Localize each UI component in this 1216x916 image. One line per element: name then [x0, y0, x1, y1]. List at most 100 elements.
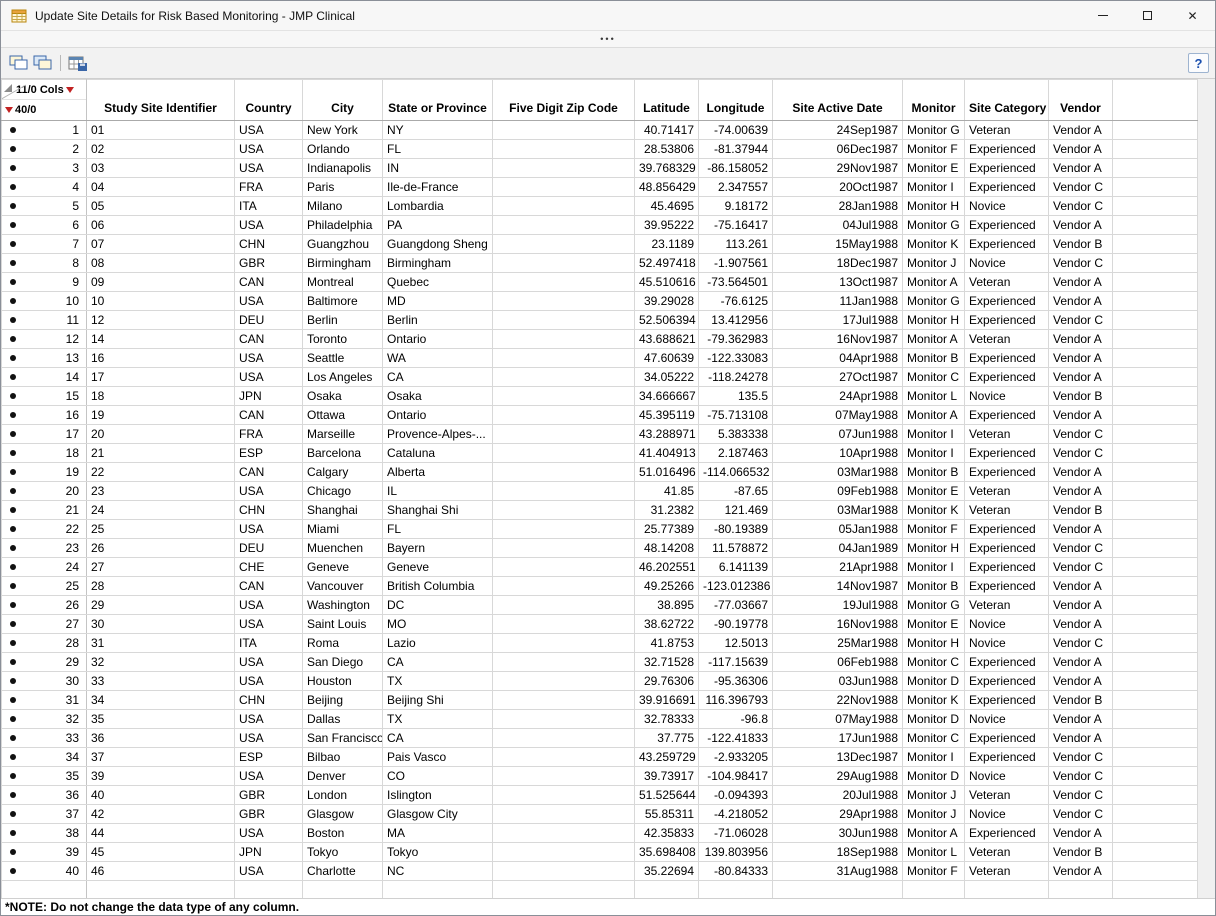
cell-vendor[interactable]: Vendor C — [1049, 311, 1113, 330]
cell-city[interactable]: Guangzhou — [303, 235, 383, 254]
cell-vendor[interactable]: Vendor B — [1049, 501, 1113, 520]
cell-monitor[interactable]: Monitor I — [903, 425, 965, 444]
cell-five-digit-zip-code[interactable] — [493, 805, 635, 824]
cell-vendor[interactable]: Vendor C — [1049, 539, 1113, 558]
columns-menu-icon[interactable] — [66, 87, 74, 93]
row-state-cell[interactable]: 5 — [2, 197, 87, 216]
maximize-button[interactable] — [1125, 1, 1170, 30]
row-state-cell[interactable]: 2 — [2, 140, 87, 159]
cell-country[interactable]: CAN — [235, 406, 303, 425]
row-state-cell[interactable]: 34 — [2, 748, 87, 767]
cell-latitude[interactable]: 38.895 — [635, 596, 699, 615]
cell-study-site-identifier[interactable]: 42 — [87, 805, 235, 824]
row-state-cell[interactable]: 7 — [2, 235, 87, 254]
row-number[interactable]: 18 — [66, 446, 79, 460]
cell-site-active-date[interactable]: 24Sep1987 — [773, 121, 903, 140]
cell-monitor[interactable]: Monitor F — [903, 140, 965, 159]
cell-city[interactable]: Beijing — [303, 691, 383, 710]
cell-five-digit-zip-code[interactable] — [493, 463, 635, 482]
cell-site-active-date[interactable]: 17Jun1988 — [773, 729, 903, 748]
cell-latitude[interactable]: 32.71528 — [635, 653, 699, 672]
cell-longitude[interactable]: -71.06028 — [699, 824, 773, 843]
overflow-dots-icon[interactable]: ••• — [600, 35, 615, 44]
cell-site-active-date[interactable]: 19Jul1988 — [773, 596, 903, 615]
cell-five-digit-zip-code[interactable] — [493, 292, 635, 311]
cell-site-active-date[interactable]: 30Jun1988 — [773, 824, 903, 843]
cell-country[interactable]: CHN — [235, 691, 303, 710]
cell-monitor[interactable]: Monitor C — [903, 653, 965, 672]
cell-five-digit-zip-code[interactable] — [493, 729, 635, 748]
cell-vendor[interactable]: Vendor C — [1049, 197, 1113, 216]
cell-monitor[interactable]: Monitor J — [903, 805, 965, 824]
cell-state-or-province[interactable]: CA — [383, 729, 493, 748]
cell-five-digit-zip-code[interactable] — [493, 273, 635, 292]
cell-study-site-identifier[interactable]: 37 — [87, 748, 235, 767]
cell-monitor[interactable]: Monitor L — [903, 843, 965, 862]
cell-city[interactable]: Saint Louis — [303, 615, 383, 634]
cell-vendor[interactable]: Vendor C — [1049, 558, 1113, 577]
row-state-cell[interactable]: 36 — [2, 786, 87, 805]
cell-city[interactable]: Paris — [303, 178, 383, 197]
cell-city[interactable]: Barcelona — [303, 444, 383, 463]
cell-state-or-province[interactable]: Islington — [383, 786, 493, 805]
cell-site-active-date[interactable]: 05Jan1988 — [773, 520, 903, 539]
cell-study-site-identifier[interactable]: 14 — [87, 330, 235, 349]
row-state-cell[interactable]: 28 — [2, 634, 87, 653]
row-number[interactable]: 5 — [72, 199, 79, 213]
cell-longitude[interactable]: -75.713108 — [699, 406, 773, 425]
cell-site-active-date[interactable]: 28Jan1988 — [773, 197, 903, 216]
cell-country[interactable]: USA — [235, 672, 303, 691]
row-state-bullet-icon[interactable] — [10, 526, 16, 532]
row-state-cell[interactable]: 1 — [2, 121, 87, 140]
row-state-cell[interactable]: 40 — [2, 862, 87, 881]
cell-city[interactable]: Seattle — [303, 349, 383, 368]
row-state-bullet-icon[interactable] — [10, 412, 16, 418]
row-number[interactable]: 8 — [72, 256, 79, 270]
cell-state-or-province[interactable]: Bayern — [383, 539, 493, 558]
row-number[interactable]: 15 — [66, 389, 79, 403]
cell-site-active-date[interactable]: 13Dec1987 — [773, 748, 903, 767]
cell-longitude[interactable]: 9.18172 — [699, 197, 773, 216]
cell-site-active-date[interactable]: 25Mar1988 — [773, 634, 903, 653]
row-state-bullet-icon[interactable] — [10, 849, 16, 855]
cell-site-category[interactable]: Veteran — [965, 330, 1049, 349]
rows-panel-label[interactable]: 40/0 — [15, 104, 36, 116]
row-state-bullet-icon[interactable] — [10, 659, 16, 665]
cell-city[interactable]: Los Angeles — [303, 368, 383, 387]
cell-city[interactable]: Indianapolis — [303, 159, 383, 178]
cell-site-active-date[interactable]: 18Dec1987 — [773, 254, 903, 273]
cell-site-active-date[interactable]: 06Feb1988 — [773, 653, 903, 672]
cell-monitor[interactable]: Monitor D — [903, 710, 965, 729]
cell-site-category[interactable]: Experienced — [965, 311, 1049, 330]
cell-site-category[interactable]: Veteran — [965, 273, 1049, 292]
cell-vendor[interactable]: Vendor C — [1049, 444, 1113, 463]
row-state-bullet-icon[interactable] — [10, 545, 16, 551]
cell-five-digit-zip-code[interactable] — [493, 254, 635, 273]
row-state-cell[interactable]: 25 — [2, 577, 87, 596]
column-header-city[interactable]: City — [303, 80, 383, 121]
cell-site-active-date[interactable]: 16Nov1987 — [773, 330, 903, 349]
row-state-cell[interactable]: 30 — [2, 672, 87, 691]
cell-study-site-identifier[interactable]: 39 — [87, 767, 235, 786]
row-state-cell[interactable]: 37 — [2, 805, 87, 824]
cell-vendor[interactable]: Vendor A — [1049, 368, 1113, 387]
cell-vendor[interactable]: Vendor A — [1049, 520, 1113, 539]
cell-study-site-identifier[interactable]: 33 — [87, 672, 235, 691]
row-number[interactable]: 7 — [72, 237, 79, 251]
column-header-site-category[interactable]: Site Category — [965, 80, 1049, 121]
cell-state-or-province[interactable]: Cataluna — [383, 444, 493, 463]
row-state-cell[interactable]: 15 — [2, 387, 87, 406]
cell-site-active-date[interactable]: 10Apr1988 — [773, 444, 903, 463]
cell-site-category[interactable]: Veteran — [965, 425, 1049, 444]
cell-vendor[interactable]: Vendor C — [1049, 767, 1113, 786]
cell-site-category[interactable]: Experienced — [965, 748, 1049, 767]
cell-longitude[interactable]: 5.383338 — [699, 425, 773, 444]
row-number[interactable]: 28 — [66, 636, 79, 650]
cell-site-active-date[interactable]: 07May1988 — [773, 710, 903, 729]
row-number[interactable]: 10 — [66, 294, 79, 308]
cell-country[interactable]: CHN — [235, 235, 303, 254]
cell-monitor[interactable]: Monitor G — [903, 121, 965, 140]
row-number[interactable]: 27 — [66, 617, 79, 631]
cell-longitude[interactable]: -4.218052 — [699, 805, 773, 824]
row-number[interactable]: 25 — [66, 579, 79, 593]
